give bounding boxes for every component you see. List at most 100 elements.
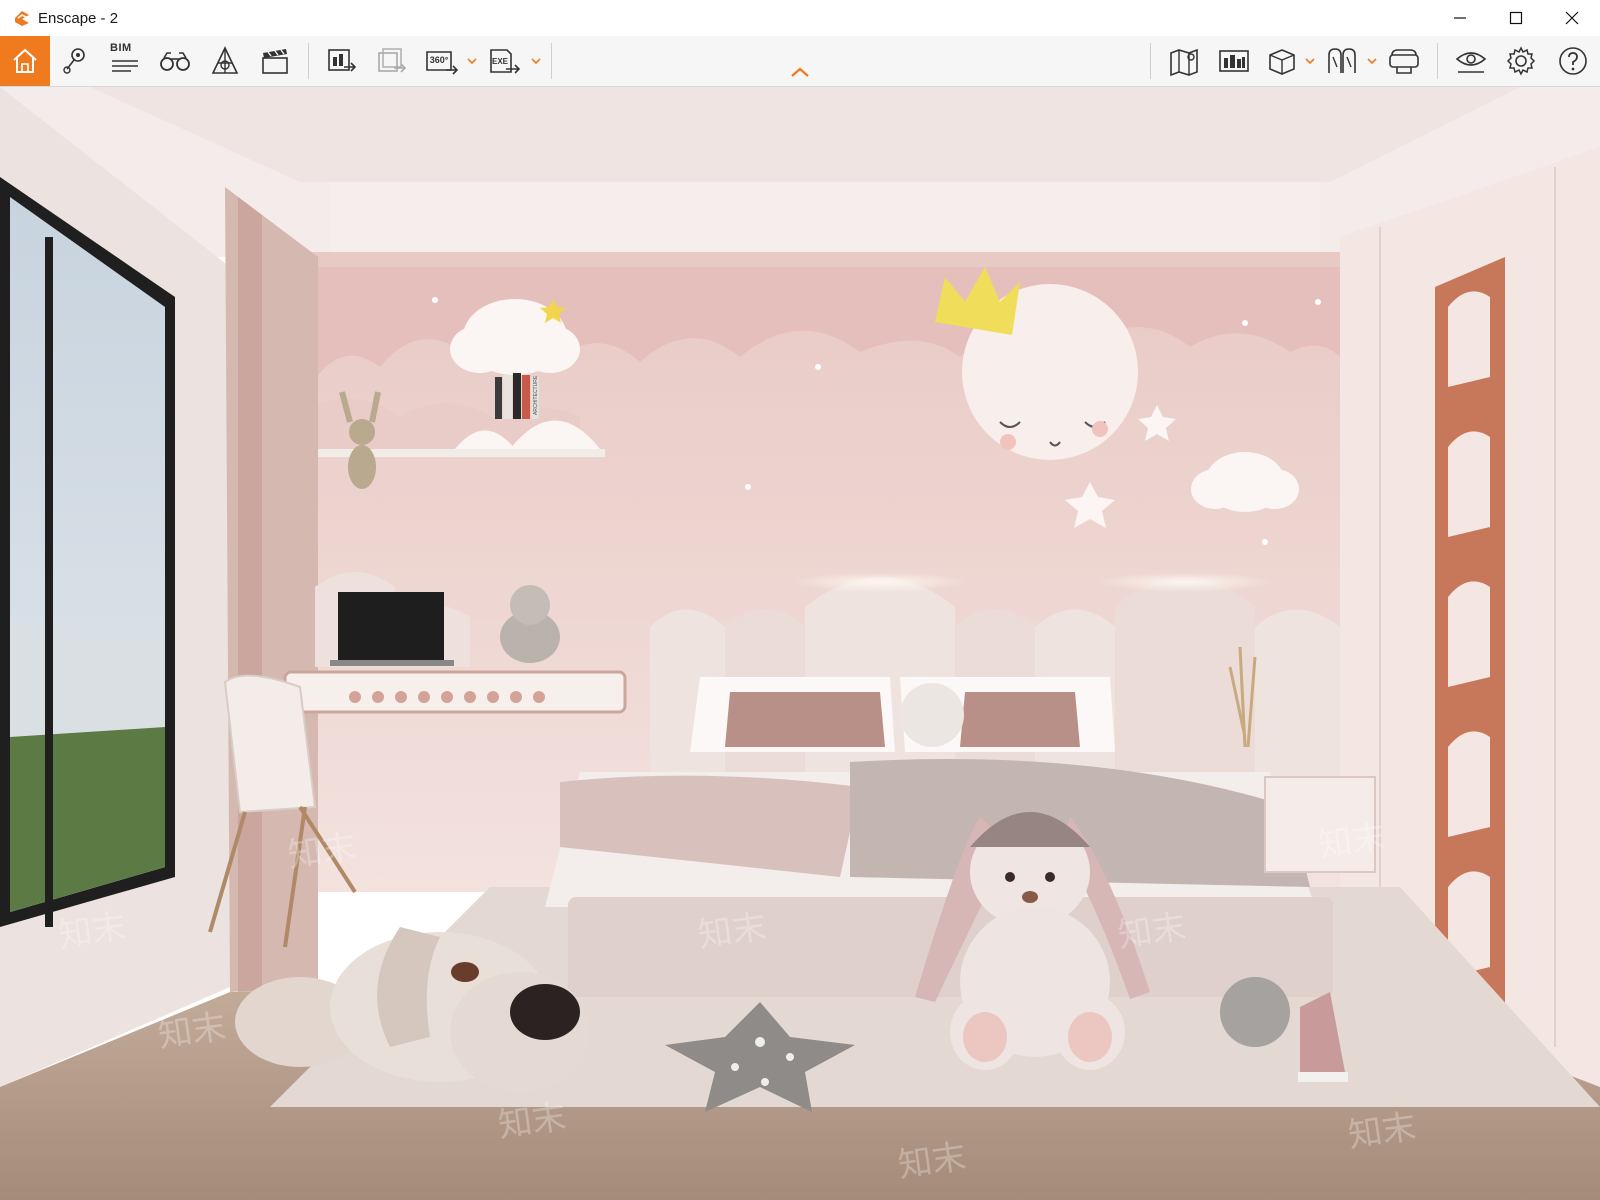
binoculars-icon xyxy=(160,52,190,71)
views-dropdown[interactable] xyxy=(1367,36,1379,86)
title-bar: Enscape - 2 xyxy=(0,0,1600,36)
batch-render-icon xyxy=(378,48,407,73)
video-editor-button[interactable] xyxy=(250,36,300,86)
export-exe-button[interactable]: EXE xyxy=(479,36,531,86)
home-button[interactable] xyxy=(0,36,50,86)
bunny-plush xyxy=(348,445,376,489)
close-icon xyxy=(1565,11,1579,25)
minimize-icon xyxy=(1454,17,1466,19)
elephant-plush-head xyxy=(510,585,550,625)
arch-niche xyxy=(1448,581,1490,687)
star-dot xyxy=(815,364,821,370)
led-glow xyxy=(1095,572,1275,592)
round-cushion xyxy=(900,683,964,747)
star-dot xyxy=(1315,299,1321,305)
views-button[interactable] xyxy=(1317,36,1367,86)
location-pin-icon xyxy=(63,48,85,74)
star-dot xyxy=(1242,320,1248,326)
bunny-plush-head xyxy=(349,419,375,445)
collapse-toolbar-button[interactable] xyxy=(790,66,810,82)
desk xyxy=(283,670,627,714)
panorama-label: 360° xyxy=(430,55,449,65)
maximize-icon xyxy=(1509,11,1523,25)
site-context-button[interactable] xyxy=(1209,36,1259,86)
asset-library-icon xyxy=(211,46,239,74)
bedroom-scene: ARCHITECTURE 知末 知末 知末 知末 知末 知末 知末 知末 知末 xyxy=(0,87,1600,1200)
home-icon xyxy=(13,48,37,73)
laptop xyxy=(338,592,444,660)
eye-icon xyxy=(1455,52,1487,73)
star-dot xyxy=(432,297,438,303)
chevron-down-icon xyxy=(1305,58,1315,65)
cube-icon xyxy=(1269,49,1295,75)
toolbar-separator xyxy=(551,43,552,79)
minimize-button[interactable] xyxy=(1432,0,1488,36)
gear-icon xyxy=(1506,46,1536,76)
desk-knobs xyxy=(349,691,545,703)
curtain-fold xyxy=(238,197,262,992)
ceiling-beam xyxy=(330,182,1320,252)
cube-button[interactable] xyxy=(1259,36,1305,86)
export-dropdown[interactable] xyxy=(531,36,543,86)
chevron-down-icon xyxy=(531,58,541,65)
help-button[interactable] xyxy=(1546,36,1600,86)
asset-library-button[interactable] xyxy=(200,36,250,86)
book xyxy=(522,375,530,419)
ceiling-recess xyxy=(90,87,1520,182)
close-button[interactable] xyxy=(1544,0,1600,36)
arch-niche xyxy=(1448,731,1490,837)
window-controls xyxy=(1432,0,1600,36)
vr-headset-icon xyxy=(1389,49,1419,74)
bim-label: BIM xyxy=(110,42,132,54)
enscape-logo-icon xyxy=(12,8,32,28)
chevron-down-icon xyxy=(467,58,477,65)
small-cloud-illustration xyxy=(1251,469,1299,509)
yarn-ball xyxy=(1220,977,1290,1047)
chevron-up-icon xyxy=(791,67,809,77)
book-spine-label: ARCHITECTURE xyxy=(533,375,539,415)
settings-button[interactable] xyxy=(1496,36,1546,86)
binoculars-button[interactable] xyxy=(150,36,200,86)
render-image-button[interactable] xyxy=(317,36,367,86)
maximize-button[interactable] xyxy=(1488,0,1544,36)
location-button[interactable] xyxy=(50,36,100,86)
batch-render-button[interactable] xyxy=(367,36,417,86)
sneaker-sole xyxy=(1298,1072,1348,1082)
moon-cheek xyxy=(1000,434,1016,450)
export-exe-icon: EXE xyxy=(490,49,521,74)
visual-settings-button[interactable] xyxy=(1446,36,1496,86)
cushion xyxy=(960,692,1080,747)
star-dot xyxy=(1262,539,1268,545)
window-title: Enscape - 2 xyxy=(38,9,119,27)
render-image-icon xyxy=(328,49,357,72)
site-context-icon xyxy=(1219,50,1249,72)
toolbar-separator xyxy=(1150,43,1151,79)
panorama-dropdown[interactable] xyxy=(467,36,479,86)
cloud-illustration xyxy=(450,325,510,373)
cloud-illustration xyxy=(520,325,580,373)
small-cloud-illustration xyxy=(1191,469,1239,509)
render-viewport[interactable]: ARCHITECTURE 知末 知末 知末 知末 知末 知末 知末 知末 知末 xyxy=(0,87,1600,1200)
book xyxy=(495,377,502,419)
book xyxy=(503,375,512,419)
cushion xyxy=(725,692,885,747)
map-button[interactable] xyxy=(1159,36,1209,86)
panorama-360-icon: 360° xyxy=(426,51,459,75)
window-mullion xyxy=(45,237,53,927)
vr-headset-button[interactable] xyxy=(1379,36,1429,86)
arch-niche xyxy=(1448,431,1490,537)
laptop-base xyxy=(330,660,454,666)
desk-chair xyxy=(223,674,317,814)
panorama-button[interactable]: 360° xyxy=(417,36,467,86)
bim-button[interactable]: BIM xyxy=(100,36,150,86)
arch-niche xyxy=(1448,291,1490,387)
toolbar-separator xyxy=(1437,43,1438,79)
chevron-down-icon xyxy=(1367,58,1377,65)
exe-label: EXE xyxy=(492,57,509,66)
toolbar-separator xyxy=(308,43,309,79)
star-dot xyxy=(745,484,751,490)
moon-cheek xyxy=(1092,421,1108,437)
cube-dropdown[interactable] xyxy=(1305,36,1317,86)
led-glow xyxy=(790,572,970,592)
video-editor-icon xyxy=(262,49,288,74)
